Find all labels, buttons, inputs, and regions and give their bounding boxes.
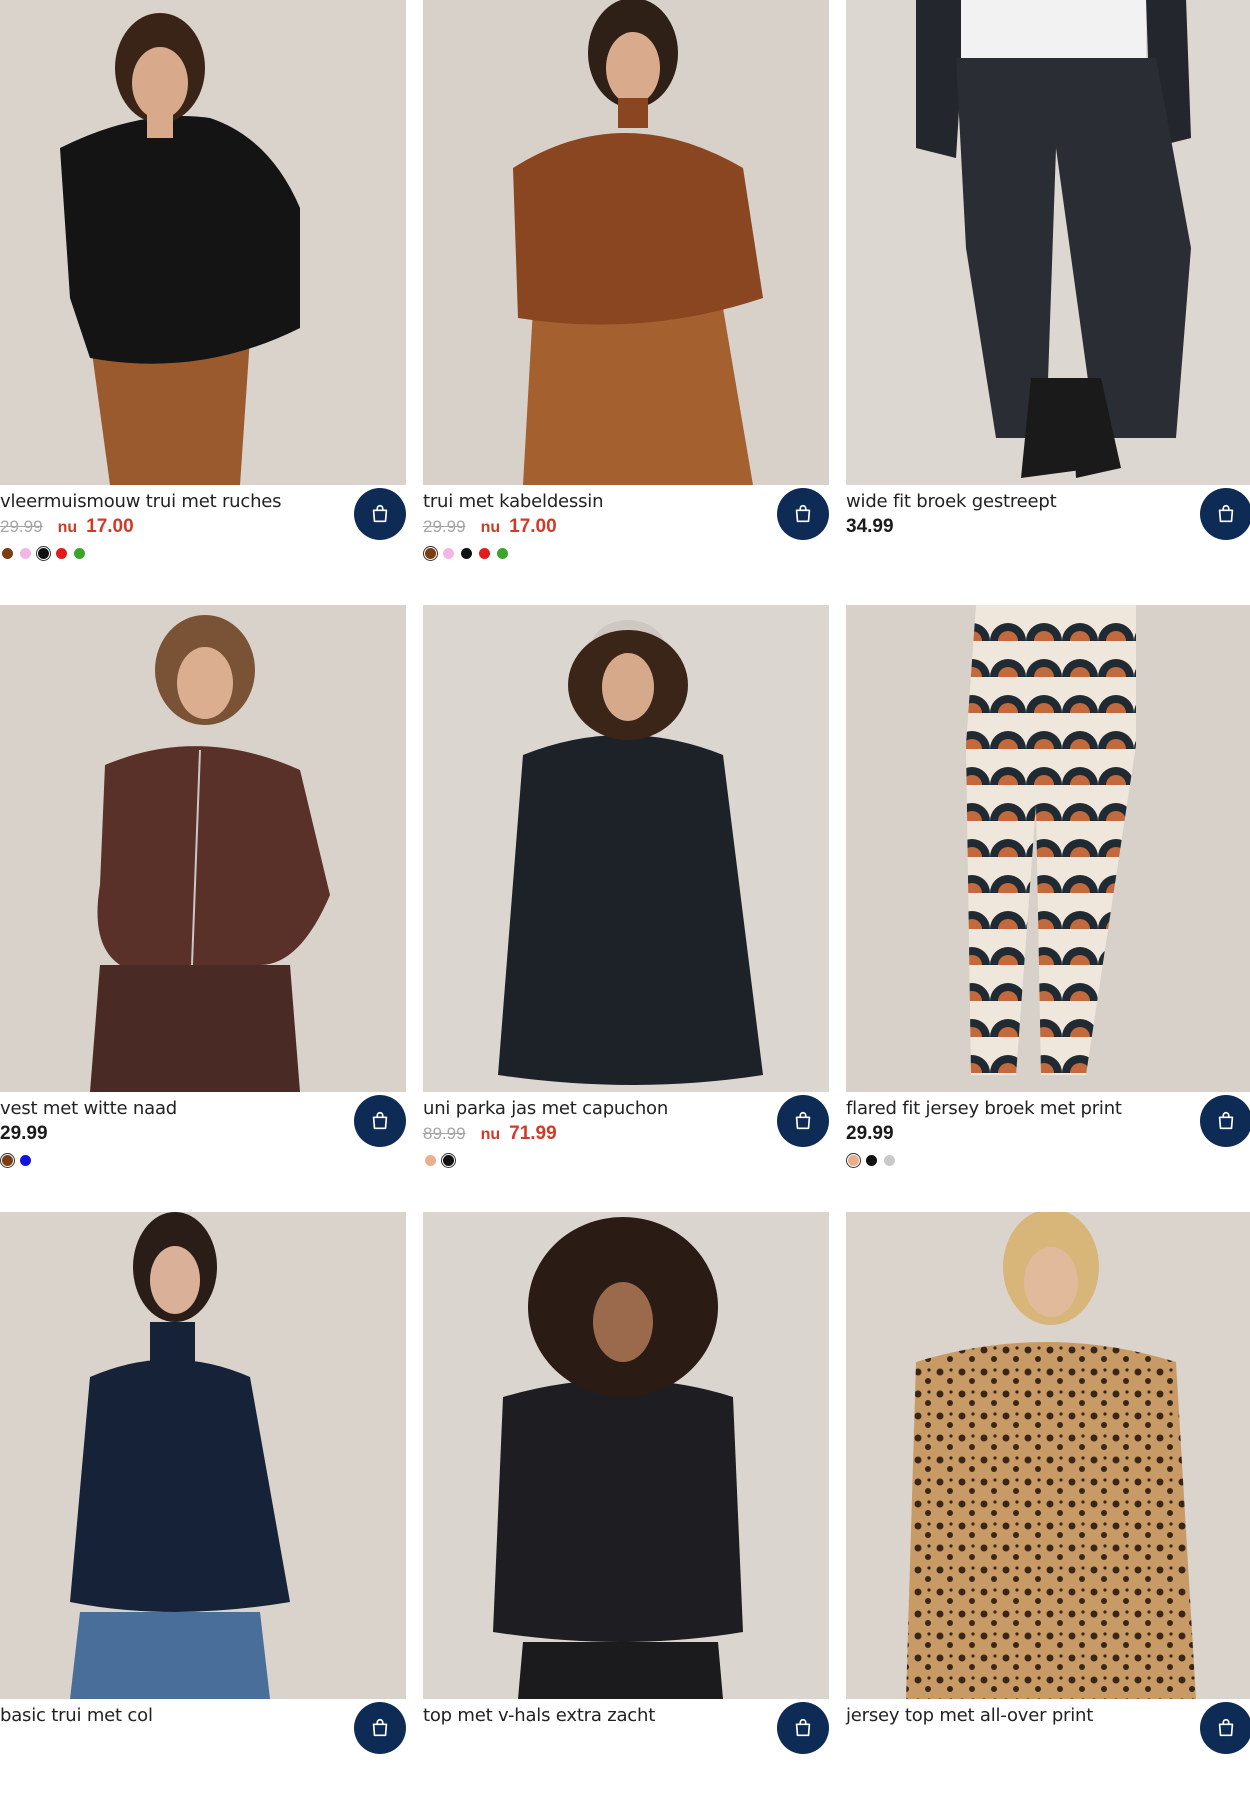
shopping-bag-icon bbox=[795, 1718, 811, 1737]
color-swatch[interactable] bbox=[20, 548, 31, 559]
price-row: 29.99 bbox=[0, 1123, 48, 1145]
shopping-bag-icon bbox=[372, 1718, 388, 1737]
product-card[interactable]: basic trui met col bbox=[0, 1212, 406, 1817]
product-image[interactable] bbox=[846, 605, 1250, 1092]
product-card[interactable]: trui met kabeldessin 29.99 nu 17.00 bbox=[422, 0, 829, 603]
product-image[interactable] bbox=[423, 605, 829, 1092]
product-photo-illustration bbox=[0, 1212, 406, 1699]
add-to-cart-button[interactable] bbox=[1200, 1095, 1250, 1147]
product-card[interactable]: vleermuismouw trui met ruches 29.99 nu 1… bbox=[0, 0, 406, 603]
color-swatches bbox=[2, 545, 85, 562]
product-photo-illustration bbox=[423, 0, 829, 485]
product-title[interactable]: vleermuismouw trui met ruches bbox=[0, 491, 282, 512]
price: 29.99 bbox=[0, 1123, 48, 1144]
color-swatches bbox=[422, 545, 508, 562]
color-swatch[interactable] bbox=[443, 548, 454, 559]
product-card[interactable]: vest met witte naad 29.99 bbox=[0, 605, 406, 1210]
product-photo-illustration bbox=[0, 0, 406, 485]
color-swatch[interactable] bbox=[422, 545, 439, 562]
color-swatches bbox=[0, 1152, 31, 1169]
product-image[interactable] bbox=[846, 1212, 1250, 1699]
product-title[interactable]: uni parka jas met capuchon bbox=[423, 1098, 668, 1119]
product-photo-illustration bbox=[846, 0, 1250, 485]
product-photo-illustration bbox=[423, 605, 829, 1092]
shopping-bag-icon bbox=[372, 504, 388, 523]
product-photo-illustration bbox=[0, 605, 406, 1092]
shopping-bag-icon bbox=[1218, 504, 1234, 523]
product-grid: vleermuismouw trui met ruches 29.99 nu 1… bbox=[0, 0, 1250, 1754]
shopping-bag-icon bbox=[795, 1111, 811, 1130]
price-row: 29.99 nu 17.00 bbox=[0, 516, 134, 538]
sale-price: 71.99 bbox=[509, 1123, 557, 1144]
product-image[interactable] bbox=[0, 1212, 406, 1699]
sale-price: 17.00 bbox=[509, 516, 557, 537]
color-swatch[interactable] bbox=[440, 1152, 457, 1169]
product-photo-illustration bbox=[846, 1212, 1250, 1699]
product-card[interactable]: uni parka jas met capuchon 89.99 nu 71.9… bbox=[423, 605, 829, 1210]
now-label: nu bbox=[480, 1126, 501, 1143]
color-swatches bbox=[845, 1152, 895, 1169]
price-row: 34.99 bbox=[846, 516, 894, 538]
add-to-cart-button[interactable] bbox=[777, 488, 829, 540]
add-to-cart-button[interactable] bbox=[1200, 1702, 1250, 1754]
color-swatches bbox=[425, 1152, 457, 1169]
product-image[interactable] bbox=[0, 0, 406, 485]
price: 34.99 bbox=[846, 516, 894, 537]
price-row: 29.99 nu 17.00 bbox=[423, 516, 557, 538]
product-title[interactable]: vest met witte naad bbox=[0, 1098, 177, 1119]
add-to-cart-button[interactable] bbox=[777, 1702, 829, 1754]
product-image[interactable] bbox=[423, 0, 829, 485]
old-price: 29.99 bbox=[0, 517, 43, 536]
now-label: nu bbox=[57, 519, 78, 536]
add-to-cart-button[interactable] bbox=[354, 488, 406, 540]
color-swatch[interactable] bbox=[866, 1155, 877, 1166]
add-to-cart-button[interactable] bbox=[1200, 488, 1250, 540]
now-label: nu bbox=[480, 519, 501, 536]
old-price: 89.99 bbox=[423, 1124, 466, 1143]
color-swatch[interactable] bbox=[35, 545, 52, 562]
color-swatch[interactable] bbox=[845, 1152, 862, 1169]
product-title[interactable]: flared fit jersey broek met print bbox=[846, 1098, 1122, 1119]
old-price: 29.99 bbox=[423, 517, 466, 536]
add-to-cart-button[interactable] bbox=[777, 1095, 829, 1147]
color-swatch[interactable] bbox=[461, 548, 472, 559]
sale-price: 17.00 bbox=[86, 516, 134, 537]
product-title[interactable]: wide fit broek gestreept bbox=[846, 491, 1057, 512]
product-card[interactable]: jersey top met all-over print bbox=[846, 1212, 1250, 1817]
price-row: 29.99 bbox=[846, 1123, 894, 1145]
add-to-cart-button[interactable] bbox=[354, 1702, 406, 1754]
shopping-bag-icon bbox=[795, 504, 811, 523]
color-swatch[interactable] bbox=[74, 548, 85, 559]
color-swatch[interactable] bbox=[0, 1152, 16, 1169]
shopping-bag-icon bbox=[1218, 1718, 1234, 1737]
add-to-cart-button[interactable] bbox=[354, 1095, 406, 1147]
product-card[interactable]: wide fit broek gestreept 34.99 bbox=[846, 0, 1250, 603]
product-photo-illustration bbox=[846, 605, 1250, 1092]
product-title[interactable]: trui met kabeldessin bbox=[423, 491, 603, 512]
product-card[interactable]: top met v-hals extra zacht bbox=[423, 1212, 829, 1817]
product-card[interactable]: flared fit jersey broek met print 29.99 bbox=[845, 605, 1250, 1210]
product-image[interactable] bbox=[846, 0, 1250, 485]
price: 29.99 bbox=[846, 1123, 894, 1144]
shopping-bag-icon bbox=[1218, 1111, 1234, 1130]
color-swatch[interactable] bbox=[2, 548, 13, 559]
product-image[interactable] bbox=[423, 1212, 829, 1699]
shopping-bag-icon bbox=[372, 1111, 388, 1130]
product-photo-illustration bbox=[423, 1212, 829, 1699]
price-row: 89.99 nu 71.99 bbox=[423, 1123, 557, 1145]
color-swatch[interactable] bbox=[884, 1155, 895, 1166]
color-swatch[interactable] bbox=[497, 548, 508, 559]
color-swatch[interactable] bbox=[56, 548, 67, 559]
color-swatch[interactable] bbox=[20, 1155, 31, 1166]
product-image[interactable] bbox=[0, 605, 406, 1092]
color-swatch[interactable] bbox=[425, 1155, 436, 1166]
color-swatch[interactable] bbox=[479, 548, 490, 559]
